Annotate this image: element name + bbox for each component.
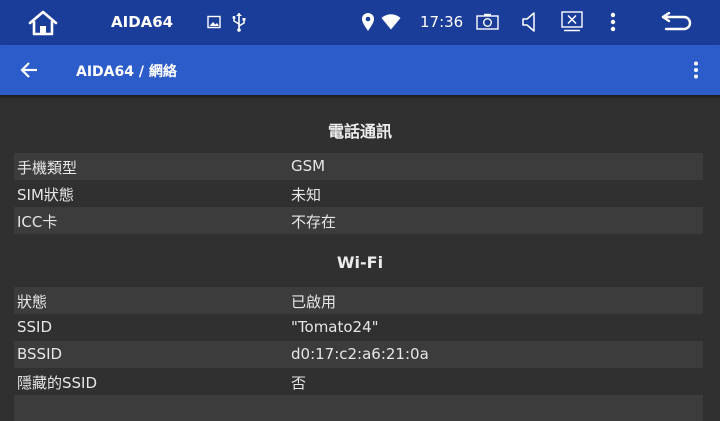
location-icon xyxy=(361,12,375,32)
list-item[interactable]: ICC卡 不存在 xyxy=(14,207,703,234)
network-info-list[interactable]: 電話通訊 手機類型 GSM SIM狀態 未知 ICC卡 不存在 Wi-Fi 狀態… xyxy=(0,95,720,421)
row-value: 不存在 xyxy=(291,213,337,231)
list-item[interactable]: SSID "Tomato24" xyxy=(14,314,703,341)
row-key: 隱藏的SSID xyxy=(17,374,98,392)
app-toolbar: AIDA64 / 網絡 xyxy=(0,45,720,95)
status-bar: AIDA64 17:36 xyxy=(0,0,720,45)
more-vert-icon[interactable] xyxy=(610,12,616,32)
list-item[interactable]: 隱藏的SSID 否 xyxy=(14,368,703,395)
list-item[interactable]: 狀態 已啟用 xyxy=(14,287,703,314)
wifi-icon xyxy=(381,14,401,30)
row-value: "Tomato24" xyxy=(291,318,379,336)
row-key: 狀態 xyxy=(17,293,48,311)
row-value: 未知 xyxy=(291,186,322,204)
section-title-telephony: 電話通訊 xyxy=(327,122,392,141)
row-key: BSSID xyxy=(17,345,63,363)
row-key: SIM狀態 xyxy=(17,186,74,204)
list-item[interactable]: BSSID d0:17:c2:a6:21:0a xyxy=(14,341,703,368)
row-value: d0:17:c2:a6:21:0a xyxy=(291,345,429,363)
volume-icon[interactable] xyxy=(521,11,539,33)
breadcrumb: AIDA64 / 網絡 xyxy=(76,64,177,80)
row-key: ICC卡 xyxy=(17,213,58,231)
row-key: SSID xyxy=(17,318,53,336)
list-item-partial[interactable] xyxy=(14,395,703,421)
clock: 17:36 xyxy=(420,13,464,31)
row-value: 已啟用 xyxy=(291,293,337,311)
image-icon xyxy=(207,15,221,29)
list-item[interactable]: SIM狀態 未知 xyxy=(14,180,703,207)
screenshot-icon[interactable] xyxy=(476,13,499,31)
usb-icon xyxy=(232,12,246,32)
home-icon[interactable] xyxy=(27,9,59,37)
list-item[interactable]: 手機類型 GSM xyxy=(14,153,703,180)
row-value: 否 xyxy=(291,374,307,392)
row-key: 手機類型 xyxy=(17,159,78,177)
overflow-menu-icon[interactable] xyxy=(693,61,699,79)
close-window-icon[interactable] xyxy=(561,11,583,32)
row-value: GSM xyxy=(291,157,326,175)
back-icon[interactable] xyxy=(20,61,38,79)
section-title-wifi: Wi-Fi xyxy=(336,253,384,272)
back-arrow-icon[interactable] xyxy=(660,12,692,34)
app-name: AIDA64 xyxy=(111,13,174,31)
